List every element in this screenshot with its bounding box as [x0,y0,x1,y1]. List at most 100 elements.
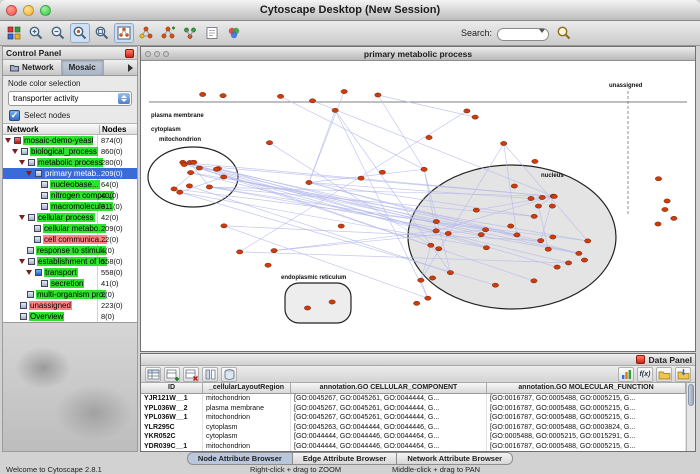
table-scrollbar[interactable] [686,383,695,451]
expander-icon[interactable] [26,171,32,176]
network-node[interactable] [413,301,419,305]
network-node[interactable] [545,247,551,251]
network-node[interactable] [221,175,227,179]
network-node[interactable] [464,109,470,113]
network-node[interactable] [213,167,219,171]
network-node[interactable] [266,141,272,145]
network-node[interactable] [433,219,439,223]
network-node[interactable] [196,166,202,170]
network-node[interactable] [550,235,556,239]
network-node[interactable] [662,207,668,211]
network-node[interactable] [492,283,498,287]
network-node[interactable] [532,159,538,163]
network-node[interactable] [436,247,442,251]
network-node[interactable] [277,94,283,98]
data-panel-float-button[interactable] [636,355,645,364]
function-icon[interactable]: f(x) [637,367,653,382]
network-node[interactable] [304,306,310,310]
network-node[interactable] [379,170,385,174]
tree-row-cellular-process[interactable]: cellular process42(0) [3,212,137,223]
window-titlebar[interactable]: Cytoscape Desktop (New Session) [0,0,700,21]
network-node[interactable] [581,258,587,262]
tree-row-biological-process[interactable]: biological_process860(0) [3,146,137,157]
tree-row-metabolic-process[interactable]: metabolic process280(0) [3,157,137,168]
annotation-icon[interactable] [202,23,222,43]
overview-icon[interactable] [114,23,134,43]
network-node[interactable] [511,184,517,188]
network-node[interactable] [177,190,183,194]
network-node[interactable] [425,296,431,300]
network-node[interactable] [482,228,488,232]
network-node[interactable] [309,99,315,103]
network-node[interactable] [421,167,427,171]
network-node[interactable] [585,239,591,243]
expander-icon[interactable] [26,270,32,275]
tree-row-unassigned[interactable]: unassigned223(0) [3,300,137,311]
network-node[interactable] [549,204,555,208]
frame-maximize-icon[interactable] [163,51,169,57]
network-node[interactable] [531,279,537,283]
expander-icon[interactable] [19,259,25,264]
tree-row-response-to-stimul-[interactable]: response to stimul...4(0) [3,245,137,256]
merge-network-icon[interactable] [180,23,200,43]
network-node[interactable] [551,194,557,198]
network-node[interactable] [418,278,424,282]
import-folder-icon[interactable] [675,367,691,382]
network-node[interactable] [508,224,514,228]
network-node[interactable] [473,208,479,212]
control-panel-float-button[interactable] [125,49,134,58]
network-node[interactable] [171,187,177,191]
frame-minimize-icon[interactable] [154,51,160,57]
network-node[interactable] [565,261,571,265]
network-node[interactable] [655,177,661,181]
network-node[interactable] [576,251,582,255]
search-dropdown-icon[interactable] [539,29,545,33]
tab-mosaic[interactable]: Mosaic [62,60,104,75]
new-attribute-icon[interactable] [164,367,180,382]
column-header[interactable]: _cellularLayoutRegion [203,383,291,394]
network-node[interactable] [332,108,338,112]
palette-icon[interactable] [4,23,24,43]
tab-node-attribute-browser[interactable]: Node Attribute Browser [187,452,293,465]
network-node[interactable] [478,233,484,237]
network-node[interactable] [426,135,432,139]
network-node[interactable] [306,180,312,184]
network-node[interactable] [428,243,434,247]
network-node[interactable] [265,263,271,267]
tab-network-attribute-browser[interactable]: Network Attribute Browser [396,452,513,465]
network-node[interactable] [433,229,439,233]
birdseye-view[interactable] [3,322,137,451]
network-node[interactable] [181,162,187,166]
tree-row-mosaic-demo-yeast[interactable]: mosaic-demo-yeast874(0) [3,135,137,146]
network-node[interactable] [271,249,277,253]
network-node[interactable] [538,239,544,243]
enhanced-search-icon[interactable] [554,23,574,43]
vizmapper-icon[interactable] [224,23,244,43]
tree-row-cellular-metabo-[interactable]: cellular metabo...209(0) [3,223,137,234]
tree-column-nodes[interactable]: Nodes [99,125,126,134]
tree-row-nitrogen-compo-[interactable]: nitrogen compo...40(0) [3,190,137,201]
tab-network[interactable]: Network [3,60,62,75]
network-node[interactable] [358,176,364,180]
expander-icon[interactable] [19,215,25,220]
network-node[interactable] [531,214,537,218]
network-node[interactable] [483,246,489,250]
network-canvas[interactable]: plasma membranecytoplasmmitochondrionnuc… [141,61,695,351]
chart-icon[interactable] [618,367,634,382]
table-scrollbar-thumb[interactable] [688,384,694,406]
network-node[interactable] [514,233,520,237]
node-color-dropdown[interactable]: transporter activity [8,91,132,106]
network-node[interactable] [341,89,347,93]
tab-scroll-right-icon[interactable] [128,64,133,72]
network-node[interactable] [338,224,344,228]
zoom-in-icon[interactable] [26,23,46,43]
column-header[interactable]: annotation.GO CELLULAR_COMPONENT [291,383,487,394]
network-node[interactable] [500,141,506,145]
open-folder-icon[interactable] [656,367,672,382]
select-nodes-checkbox[interactable]: ✓ [9,110,20,121]
network-node[interactable] [447,271,453,275]
network-node[interactable] [199,92,205,96]
column-header[interactable]: annotation.GO MOLECULAR_FUNCTION [487,383,686,394]
tree-row-primary-metab-[interactable]: primary metab...209(0) [3,168,137,179]
network-node[interactable] [445,231,451,235]
